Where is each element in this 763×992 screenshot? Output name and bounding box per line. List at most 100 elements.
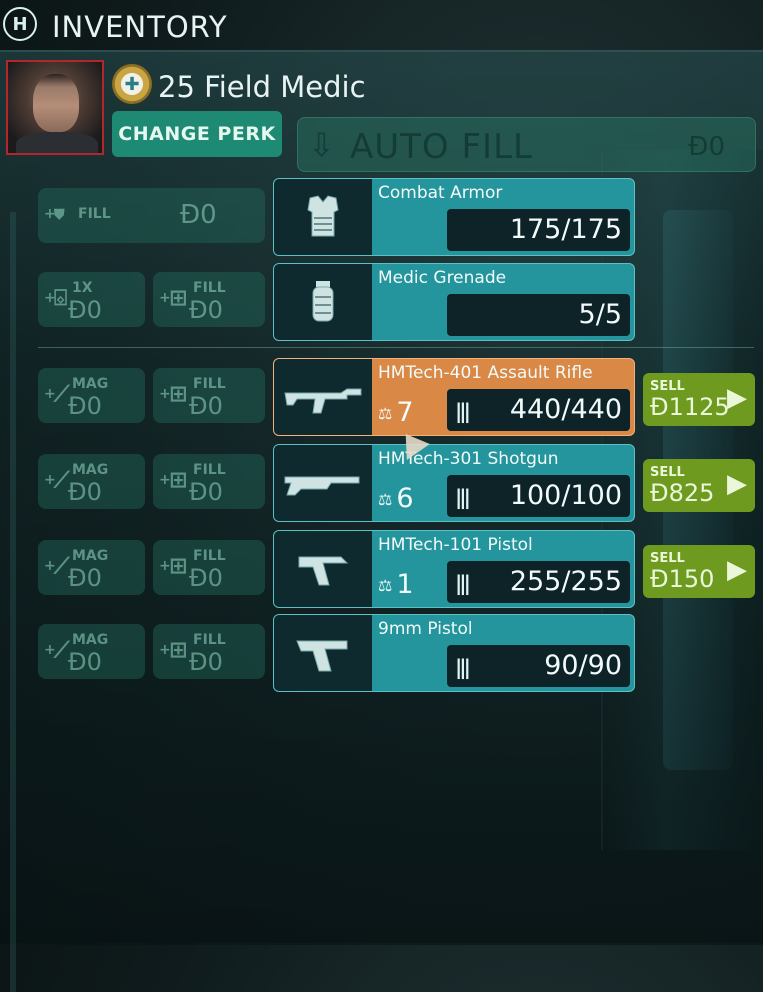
weapon-weight: ⚖ 1: [378, 569, 414, 600]
mag-label: MAG: [72, 462, 109, 478]
auto-fill-arrow-icon: ⇩: [308, 126, 335, 164]
weapon-name: HMTech-101 Pistol: [378, 535, 533, 555]
fill-price: Đ0: [189, 648, 223, 676]
mag-price: Đ0: [68, 392, 102, 420]
sell-price: Đ150: [650, 565, 715, 593]
fill-price: Đ0: [189, 564, 223, 592]
mag-price: Đ0: [68, 648, 102, 676]
weapon-name: HMTech-401 Assault Rifle: [378, 363, 593, 383]
sell-label: SELL: [650, 551, 685, 566]
9mm-pistol-icon: [274, 615, 372, 691]
fill-label: FILL: [193, 548, 226, 564]
auto-fill-label: AUTO FILL: [350, 127, 533, 167]
fill-price: Đ0: [189, 296, 223, 324]
buy-fill-button[interactable]: + ⊞ FILL Đ0: [153, 540, 265, 595]
buy-one-label: 1X: [72, 280, 93, 296]
fill-label: FILL: [78, 206, 111, 222]
fill-price: Đ0: [180, 200, 217, 230]
inventory-item-weapon[interactable]: HMTech-301 Shotgun ⚖ 6 ||| 100/100: [273, 444, 635, 522]
weapon-weight: ⚖ 6: [378, 483, 414, 514]
buy-mag-button[interactable]: + ⟋ MAG Đ0: [38, 368, 145, 423]
inventory-item-combat-armor[interactable]: Combat Armor 175/175: [273, 178, 635, 256]
field-medic-perk-icon: ✚: [112, 64, 152, 104]
weapon-name: 9mm Pistol: [378, 619, 473, 639]
chevron-right-icon: ▶: [727, 383, 747, 413]
mag-price: Đ0: [68, 478, 102, 506]
auto-fill-button[interactable]: ⇩ AUTO FILL Đ0: [297, 117, 756, 172]
mag-label: MAG: [72, 548, 109, 564]
auto-fill-price: Đ0: [688, 132, 725, 162]
mag-price: Đ0: [68, 564, 102, 592]
weight-icon: ⚖: [378, 576, 393, 595]
armor-icon: [274, 179, 372, 255]
portrait-shoulders: [16, 132, 98, 153]
sell-button[interactable]: SELL Đ150 ▶: [643, 545, 755, 598]
ammo-box: ||| 440/440: [447, 389, 630, 431]
fill-label: FILL: [193, 280, 226, 296]
sell-price: Đ1125: [650, 393, 730, 421]
fill-label: FILL: [193, 462, 226, 478]
ammo-count: 100/100: [509, 480, 622, 511]
buy-one-price: Đ0: [68, 296, 102, 324]
buy-mag-button[interactable]: + ⟋ MAG Đ0: [38, 624, 145, 679]
inventory-item-medic-grenade[interactable]: Medic Grenade 5/5: [273, 263, 635, 341]
ammo-icon: |||: [455, 655, 471, 679]
ammo-count: 440/440: [509, 394, 622, 425]
medic-pistol-icon: [274, 531, 372, 607]
ammo-box: ||| 100/100: [447, 475, 630, 517]
ammo-icon: |||: [455, 399, 471, 423]
grenade-buy-one-button[interactable]: + ⌺ 1X Đ0: [38, 272, 145, 327]
weight-value: 6: [396, 483, 414, 514]
sell-button[interactable]: SELL Đ825 ▶: [643, 459, 755, 512]
sell-price: Đ825: [650, 479, 715, 507]
buy-mag-button[interactable]: + ⟋ MAG Đ0: [38, 540, 145, 595]
buy-fill-button[interactable]: + ⊞ FILL Đ0: [153, 454, 265, 509]
ammo-box: ||| 90/90: [447, 645, 630, 687]
item-stat-box: 5/5: [447, 294, 630, 336]
weapon-weight: ⚖ 7: [378, 397, 414, 428]
shield-icon: ⛊: [54, 207, 65, 223]
inventory-header: H INVENTORY: [0, 0, 763, 52]
grenade-icon: [274, 264, 372, 340]
portrait-face: [33, 74, 79, 132]
sell-label: SELL: [650, 379, 685, 394]
buy-mag-button[interactable]: + ⟋ MAG Đ0: [38, 454, 145, 509]
chevron-right-icon: ▶: [727, 469, 747, 499]
inventory-item-weapon[interactable]: HMTech-401 Assault Rifle ⚖ 7 ||| 440/440: [273, 358, 635, 436]
inventory-item-weapon[interactable]: HMTech-101 Pistol ⚖ 1 ||| 255/255: [273, 530, 635, 608]
buy-fill-button[interactable]: + ⊞ FILL Đ0: [153, 624, 265, 679]
inventory-item-weapon[interactable]: 9mm Pistol ||| 90/90: [273, 614, 635, 692]
armor-value: 175/175: [509, 214, 622, 245]
ammo-box: ||| 255/255: [447, 561, 630, 603]
weight-value: 1: [396, 569, 414, 600]
fill-price: Đ0: [189, 478, 223, 506]
hud-logo-icon: H: [3, 7, 37, 41]
weight-value: 7: [396, 397, 414, 428]
buy-fill-button[interactable]: + ⊞ FILL Đ0: [153, 368, 265, 423]
fill-label: FILL: [193, 376, 226, 392]
item-name: Combat Armor: [378, 183, 503, 203]
mag-label: MAG: [72, 376, 109, 392]
change-perk-button[interactable]: CHANGE PERK: [112, 111, 282, 157]
perk-level-name: 25 Field Medic: [158, 70, 366, 104]
page-title: INVENTORY: [52, 10, 228, 44]
item-stat-box: 175/175: [447, 209, 630, 251]
shotgun-icon: [274, 445, 372, 521]
ammo-count: 90/90: [544, 650, 622, 681]
weight-icon: ⚖: [378, 490, 393, 509]
item-name: Medic Grenade: [378, 268, 507, 288]
grenade-mag-icon: ⌺: [54, 286, 68, 311]
section-divider: [38, 347, 754, 348]
ammo-icon: |||: [455, 571, 471, 595]
ammo-count: 255/255: [509, 566, 622, 597]
ammo-crate-icon: ⊞: [169, 554, 188, 579]
grenade-fill-button[interactable]: + ⊞ FILL Đ0: [153, 272, 265, 327]
mag-label: MAG: [72, 632, 109, 648]
fill-label: FILL: [193, 632, 226, 648]
fill-price: Đ0: [189, 392, 223, 420]
sell-button[interactable]: SELL Đ1125 ▶: [643, 373, 755, 426]
assault-rifle-icon: [274, 359, 372, 435]
armor-fill-button[interactable]: + ⛊ FILL Đ0: [38, 188, 265, 243]
ammo-icon: |||: [455, 485, 471, 509]
ammo-crate-icon: ⊞: [169, 286, 188, 311]
